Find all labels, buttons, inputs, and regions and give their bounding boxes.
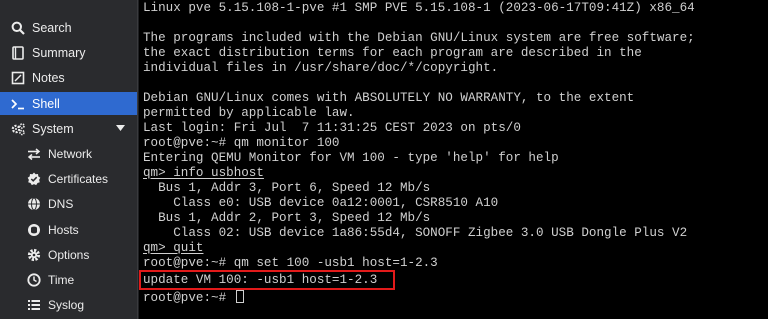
- sidebar-item-syslog[interactable]: Syslog: [0, 293, 137, 316]
- terminal-line: root@pve:~# qm set 100 -usb1 host=1-2.3: [143, 256, 438, 270]
- terminal-line: Linux pve 5.15.108-1-pve #1 SMP PVE 5.15…: [143, 1, 695, 15]
- sidebar-item-label: Shell: [32, 96, 60, 111]
- sidebar-item-label: Hosts: [48, 222, 79, 237]
- terminal-line: root@pve:~# qm monitor 100: [143, 136, 340, 150]
- terminal-line: permitted by applicable law.: [143, 106, 355, 120]
- notes-icon: [11, 71, 25, 85]
- terminal-line: Debian GNU/Linux comes with ABSOLUTELY N…: [143, 91, 635, 105]
- terminal-line: Entering QEMU Monitor for VM 100 - type …: [143, 151, 559, 165]
- terminal-line: Bus 1, Addr 3, Port 6, Speed 12 Mb/s: [143, 181, 431, 195]
- sidebar-item-label: System: [32, 121, 74, 136]
- database-icon: [27, 223, 41, 237]
- terminal-cursor: [235, 290, 244, 303]
- terminal-prompt-line: root@pve:~#: [143, 290, 244, 305]
- gears-icon: [11, 122, 25, 136]
- sidebar-item-label: Notes: [32, 70, 65, 85]
- terminal-console[interactable]: Linux pve 5.15.108-1-pve #1 SMP PVE 5.15…: [139, 0, 768, 319]
- terminal-line: qm> quit: [143, 241, 204, 255]
- list-icon: [27, 298, 41, 312]
- sidebar-item-label: Syslog: [48, 297, 85, 312]
- sidebar-item-notes[interactable]: Notes: [0, 66, 137, 89]
- sidebar-item-label: Time: [48, 272, 75, 287]
- sidebar-item-summary[interactable]: Summary: [0, 41, 137, 64]
- sidebar-item-dns[interactable]: DNS: [0, 192, 137, 215]
- globe-icon: [27, 197, 41, 211]
- sidebar-item-time[interactable]: Time: [0, 268, 137, 291]
- sidebar-item-shell[interactable]: Shell: [0, 92, 137, 115]
- book-icon: [11, 45, 25, 60]
- clock-icon: [27, 272, 41, 287]
- terminal-line: qm> info usbhost: [143, 166, 264, 180]
- chevron-down-icon[interactable]: [116, 125, 125, 131]
- certificate-icon: [27, 172, 41, 186]
- terminal-line: the exact distribution terms for each pr…: [143, 46, 642, 60]
- sidebar-item-options[interactable]: Options: [0, 243, 137, 266]
- gear-icon: [27, 248, 41, 262]
- exchange-icon: [27, 147, 41, 161]
- sidebar-item-certificates[interactable]: Certificates: [0, 167, 137, 190]
- sidebar-item-hosts[interactable]: Hosts: [0, 218, 137, 241]
- sidebar-item-network[interactable]: Network: [0, 142, 137, 165]
- sidebar-item-label: Search: [32, 20, 72, 35]
- terminal-icon: [11, 97, 25, 111]
- sidebar-item-label: Summary: [32, 45, 86, 60]
- search-icon: [11, 21, 25, 35]
- terminal-prompt: root@pve:~#: [143, 291, 234, 305]
- sidebar-item-system[interactable]: System: [0, 117, 137, 140]
- terminal-line: The programs included with the Debian GN…: [143, 31, 695, 45]
- sidebar-item-label: DNS: [48, 196, 74, 211]
- highlight-box: [139, 270, 395, 290]
- terminal-line: Bus 1, Addr 2, Port 3, Speed 12 Mb/s: [143, 211, 431, 225]
- sidebar: Search Summary Notes Shell System Networ…: [0, 0, 138, 319]
- sidebar-item-label: Network: [48, 146, 93, 161]
- sidebar-item-search[interactable]: Search: [0, 16, 137, 39]
- sidebar-item-label: Options: [48, 247, 90, 262]
- terminal-line: Last login: Fri Jul 7 11:31:25 CEST 2023…: [143, 121, 521, 135]
- terminal-line: Class 02: USB device 1a86:55d4, SONOFF Z…: [143, 226, 688, 240]
- terminal-line: individual files in /usr/share/doc/*/cop…: [143, 61, 499, 75]
- terminal-line: Class e0: USB device 0a12:0001, CSR8510 …: [143, 196, 499, 210]
- sidebar-item-label: Certificates: [48, 171, 109, 186]
